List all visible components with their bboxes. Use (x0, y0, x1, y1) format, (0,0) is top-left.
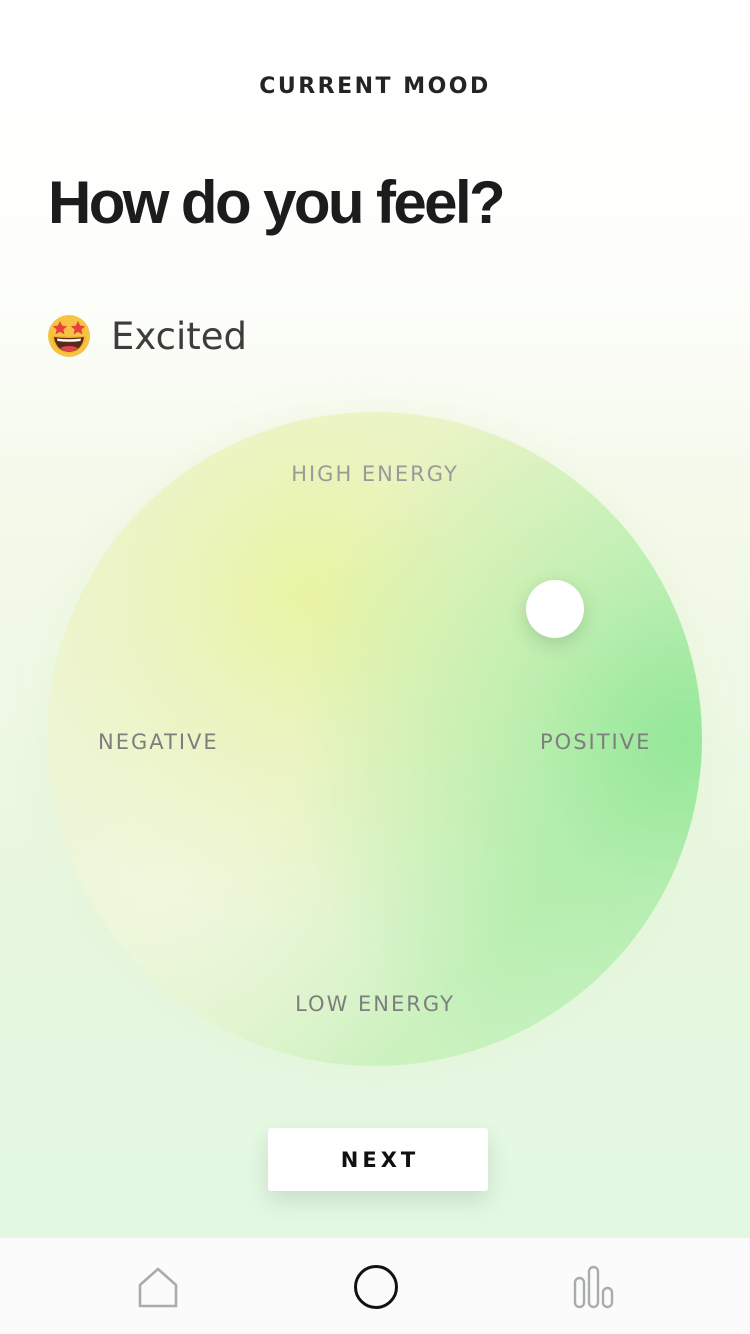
home-icon (138, 1267, 178, 1307)
selected-mood: Excited (46, 312, 247, 360)
mood-selector-handle[interactable] (526, 580, 584, 638)
next-button[interactable]: NEXT (268, 1128, 488, 1191)
star-struck-emoji-icon (48, 315, 90, 357)
tab-mood[interactable] (328, 1238, 424, 1334)
circle-icon (354, 1264, 398, 1309)
axis-label-low-energy: LOW ENERGY (295, 992, 455, 1016)
bar-chart-icon (573, 1265, 614, 1308)
mood-label: Excited (111, 314, 248, 358)
tab-bar (0, 1237, 750, 1334)
page-title: How do you feel? (48, 169, 506, 236)
axis-label-high-energy: HIGH ENERGY (291, 462, 459, 486)
axis-label-positive: POSITIVE (540, 730, 652, 754)
tab-home[interactable] (110, 1238, 206, 1334)
screen-title: CURRENT MOOD (259, 74, 491, 99)
tab-stats[interactable] (546, 1238, 642, 1334)
axis-label-negative: NEGATIVE (98, 730, 219, 754)
